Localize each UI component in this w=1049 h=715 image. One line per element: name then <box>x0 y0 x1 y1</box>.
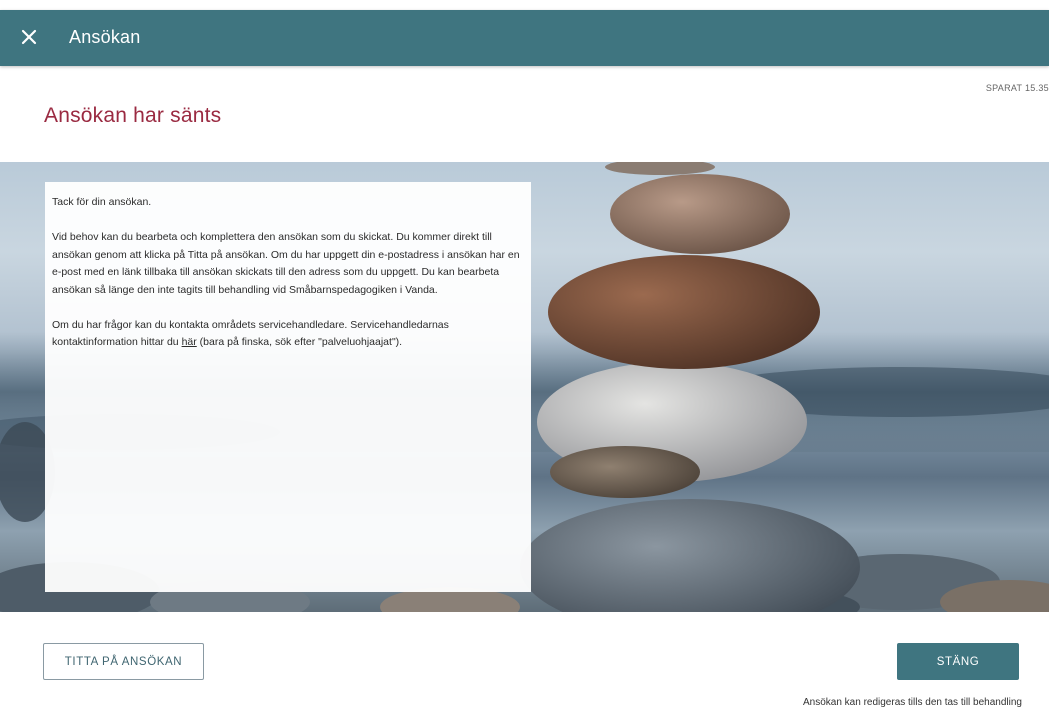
close-icon[interactable] <box>19 27 39 47</box>
top-bar-title: Ansökan <box>69 27 141 47</box>
top-bar: Ansökan <box>0 10 1049 66</box>
thanks-text: Tack för din ansökan. <box>52 196 152 208</box>
close-button[interactable]: STÄNG <box>897 643 1019 680</box>
contact-info-text: Om du har frågor kan du kontakta området… <box>52 317 523 352</box>
service-contacts-link[interactable]: här <box>182 336 197 348</box>
contact-info-after: (bara på finska, sök efter "palveluohjaa… <box>196 336 403 348</box>
edit-deadline-note: Ansökan kan redigeras tills den tas till… <box>802 697 1022 708</box>
view-application-button[interactable]: TITTA PÅ ANSÖKAN <box>43 643 204 680</box>
page-title: Ansökan har sänts <box>44 104 222 127</box>
edit-info-text: Vid behov kan du bearbeta och kompletter… <box>52 231 520 296</box>
saved-status: SPARAT 15.35 <box>985 83 1049 93</box>
confirmation-card: Tack för din ansökan. Vid behov kan du b… <box>45 182 531 592</box>
